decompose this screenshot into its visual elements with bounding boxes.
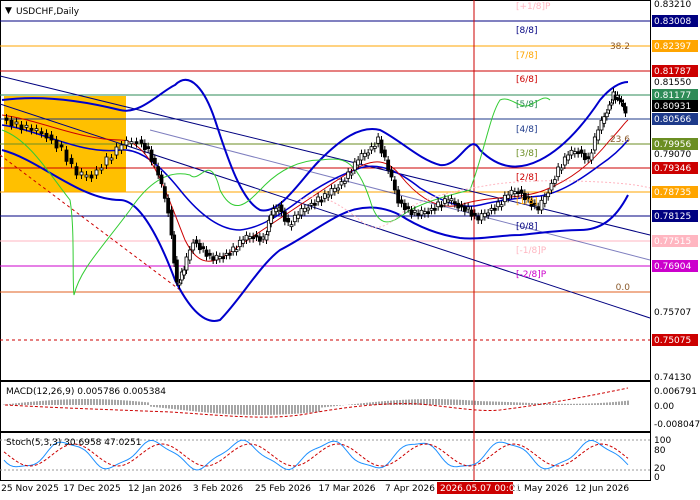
price-scale-label: 0.76904	[654, 262, 691, 272]
murrey-level-label: [7/8]	[516, 51, 538, 61]
murrey-level-label: [6/8]	[516, 75, 538, 85]
time-axis-label: 3 Feb 2026	[193, 484, 244, 494]
price-scale-label: 0.83210	[654, 0, 691, 10]
murrey-level-label: [-2/8]P	[516, 270, 547, 280]
macd-scale-top: 0.006791	[654, 387, 697, 397]
price-scale-label: 0.81177	[654, 91, 691, 101]
cursor-date: 2026.05.07 00:00	[440, 484, 521, 494]
price-scale-label: 0.83008	[654, 17, 691, 27]
stoch-scale-100: 100	[654, 436, 671, 446]
murrey-level-label: [0/8]	[516, 222, 538, 232]
fibonacci-label: 0.0	[616, 283, 631, 293]
time-axis-label: 25 Feb 2026	[255, 484, 311, 494]
time-axis-label: 17 Mar 2026	[318, 484, 375, 494]
time-axis-label: 12 Jun 2026	[575, 484, 629, 494]
price-scale-label: 0.77515	[654, 237, 691, 247]
price-scale-label: 0.74130	[654, 373, 691, 383]
fibonacci-label: 23.6	[610, 135, 630, 145]
price-scale-label: 0.81550	[654, 78, 691, 88]
price-scale-label: 0.75075	[654, 336, 691, 346]
symbol-arrow-icon: ▼	[5, 6, 12, 16]
time-axis-label: 25 Nov 2025	[1, 484, 59, 494]
time-axis-label: 12 Jan 2026	[128, 484, 182, 494]
price-scale-label: 0.78735	[654, 188, 691, 198]
price-chart[interactable]: 0.83210 0.83008 0.82397 0.817870.81550 0.811…	[0, 0, 700, 500]
murrey-level-label: [+1/8]P	[516, 2, 551, 12]
chart-title: USDCHF,Daily	[16, 7, 80, 17]
macd-scale-zero: 0.00	[654, 402, 674, 412]
price-scale-label: 0.80566	[654, 115, 691, 125]
time-axis-label: 7 Apr 2026	[385, 484, 435, 494]
price-scale-label: 0.79956	[654, 140, 691, 150]
stoch-scale-80: 80	[654, 446, 666, 456]
price-scale-label: 0.79346	[654, 164, 691, 174]
time-axis-label: 17 Dec 2025	[63, 484, 121, 494]
murrey-level-label: [4/8]	[516, 125, 538, 135]
price-scale-label: 0.78125	[654, 212, 691, 222]
macd-label: MACD(12,26,9) 0.005786 0.005384	[6, 387, 166, 397]
murrey-level-label: [3/8]	[516, 149, 538, 159]
price-scale-label: 0.81787	[654, 67, 691, 77]
price-scale-label: 0.82397	[654, 42, 691, 52]
murrey-level-label: [-1/8]P	[516, 246, 547, 256]
stoch-label: Stoch(5,3,3) 30.6958 47.0251	[6, 438, 141, 448]
price-scale-label: 0.80931	[654, 102, 691, 112]
murrey-level-label: [2/8]	[516, 173, 538, 183]
murrey-level-label: [1/8]	[516, 197, 538, 207]
macd-scale-bottom: -0.008047	[654, 420, 700, 430]
price-scale-label: 0.79070	[654, 150, 691, 160]
stoch-scale-0: 0	[654, 473, 660, 483]
murrey-level-label: [8/8]	[516, 26, 538, 36]
price-scale-label: 0.75707	[654, 308, 691, 318]
fibonacci-label: 38.2	[610, 42, 630, 52]
murrey-level-label: [5/8]	[516, 100, 538, 110]
